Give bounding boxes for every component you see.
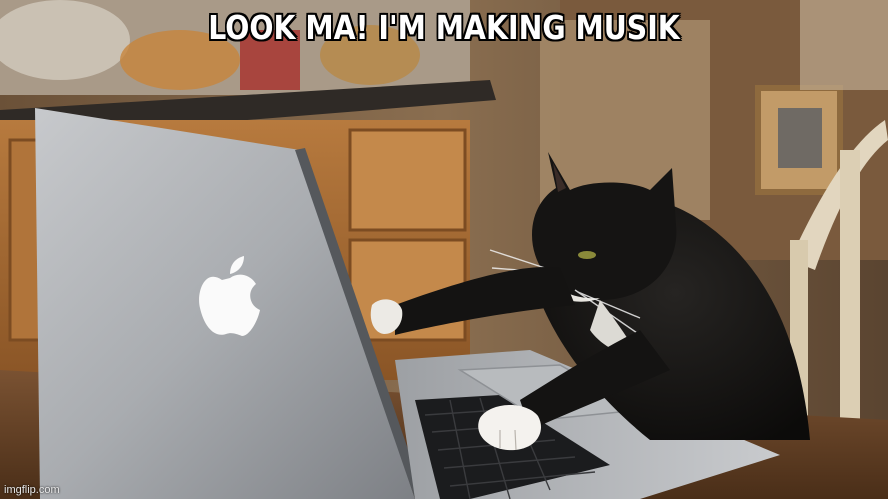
photo — [0, 0, 888, 499]
watermark: imgflip.com — [4, 484, 60, 496]
cat-eye — [578, 251, 596, 259]
meme-caption: LOOK MA! I'M MAKING MUSIK — [208, 8, 680, 47]
meme-image: LOOK MA! I'M MAKING MUSIK imgflip.com — [0, 0, 888, 499]
